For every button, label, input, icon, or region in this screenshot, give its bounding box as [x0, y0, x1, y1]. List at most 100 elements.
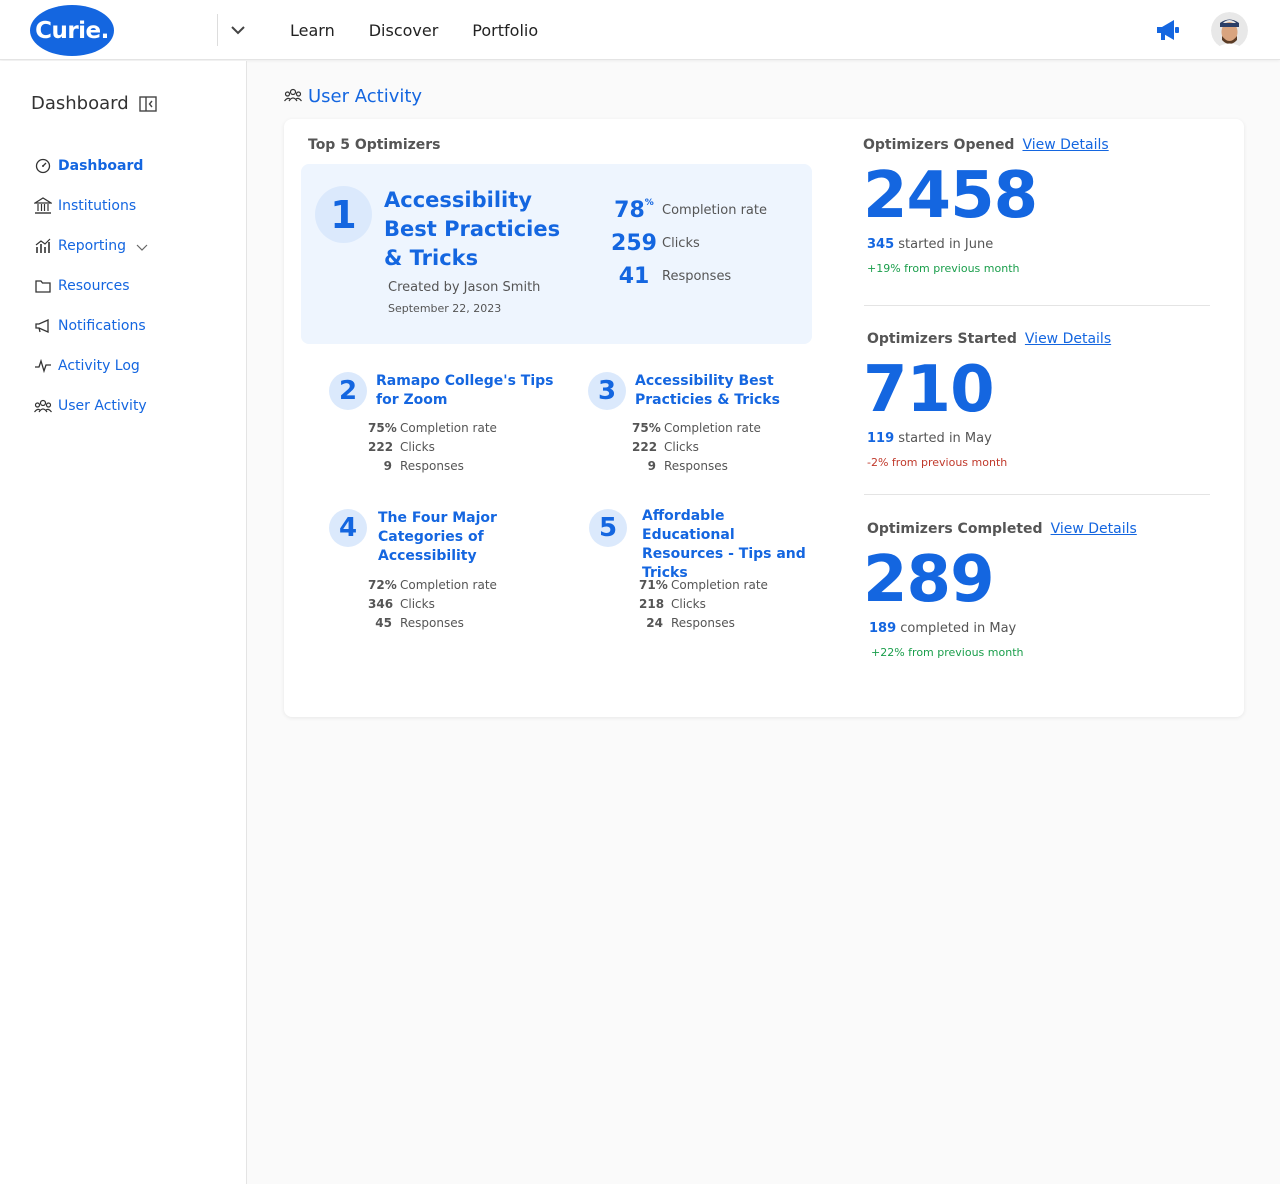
sidebar-item-label: Notifications [58, 318, 146, 334]
sidebar-item-dashboard[interactable]: Dashboard [34, 146, 148, 186]
optimizer-stats: 75% Completion rate 222 Clicks 9 Responses [632, 418, 761, 475]
metric-trend: +22% from previous month [871, 646, 1024, 659]
top-header: Curie. Learn Discover Portfolio [0, 0, 1280, 60]
megaphone-icon[interactable] [1154, 16, 1182, 44]
sidebar-item-label: Institutions [58, 198, 137, 214]
optimizer-stats: 78% Completion rate 259 Clicks 41 Respon… [606, 194, 767, 293]
view-details-link[interactable]: View Details [1022, 137, 1108, 153]
sidebar-item-label: Resources [58, 278, 130, 294]
chart-icon [34, 237, 52, 255]
top-optimizer-3[interactable]: 3 Accessibility Best Practicies & Tricks… [588, 372, 818, 502]
megaphone-icon [34, 317, 52, 335]
sidebar-item-user-activity[interactable]: User Activity [34, 386, 148, 426]
top-optimizer-4[interactable]: 4 The Four Major Categories of Accessibi… [329, 509, 559, 639]
stat-clicks: 259 Clicks [606, 227, 767, 260]
stat-clicks: 346 Clicks [368, 596, 435, 611]
stat-completion: 75% Completion rate [632, 420, 761, 435]
folder-icon [34, 277, 52, 295]
metric-title: Optimizers Opened [863, 137, 1015, 153]
stat-completion: 72% Completion rate [368, 577, 497, 592]
optimizer-title[interactable]: Ramapo College's Tips for Zoom [376, 372, 556, 410]
metric-title: Optimizers Started [867, 331, 1017, 347]
users-icon [284, 87, 302, 107]
stat-clicks: 218 Clicks [639, 596, 706, 611]
sidebar-collapse-icon[interactable] [138, 95, 157, 112]
metric-value: 710 [863, 353, 995, 427]
optimizer-title[interactable]: Accessibility Best Practicies & Tricks [384, 186, 584, 273]
users-icon [34, 397, 52, 415]
optimizer-title[interactable]: Accessibility Best Practicies & Tricks [635, 372, 815, 410]
optimizer-title[interactable]: The Four Major Categories of Accessibili… [378, 509, 558, 566]
nav-discover[interactable]: Discover [369, 21, 439, 40]
activity-icon [34, 357, 52, 375]
optimizer-stats: 72% Completion rate 346 Clicks 45 Responses [368, 575, 497, 632]
metric-sub: 119 started in May [867, 431, 992, 446]
top5-title: Top 5 Optimizers [308, 137, 441, 153]
sidebar-item-label: Dashboard [58, 158, 144, 174]
metric-title: Optimizers Completed [867, 521, 1043, 537]
stat-clicks: 222 Clicks [632, 439, 699, 454]
page-title: User Activity [284, 86, 422, 107]
sidebar-item-institutions[interactable]: Institutions [34, 186, 148, 226]
optimizer-stats: 75% Completion rate 222 Clicks 9 Responses [368, 418, 497, 475]
institution-icon [34, 197, 52, 215]
metric-header: Optimizers Started View Details [867, 331, 1217, 347]
rank-badge: 5 [589, 509, 627, 547]
header-divider [217, 14, 218, 46]
stat-responses: 24 Responses [646, 615, 735, 630]
stat-completion: 75% Completion rate [368, 420, 497, 435]
top-optimizer-1[interactable]: 1 Accessibility Best Practicies & Tricks… [301, 164, 812, 344]
page-title-label: User Activity [308, 86, 423, 107]
stat-value: 259 [611, 231, 657, 256]
nav-learn[interactable]: Learn [290, 21, 335, 40]
nav-portfolio[interactable]: Portfolio [472, 21, 538, 40]
stat-value: 78% [614, 198, 654, 223]
stat-completion: 78% Completion rate [606, 194, 767, 227]
dashboard-icon [34, 157, 52, 175]
sidebar-item-resources[interactable]: Resources [34, 266, 148, 306]
sidebar-item-label: User Activity [58, 398, 147, 414]
optimizer-stats: 71% Completion rate 218 Clicks 24 Responses [639, 575, 768, 632]
sidebar: Dashboard Dashboard Institutions Reporti… [0, 61, 247, 1184]
sidebar-title: Dashboard [31, 93, 157, 114]
stat-clicks: 222 Clicks [368, 439, 435, 454]
rank-badge: 3 [588, 372, 626, 410]
stat-responses: 9 Responses [383, 458, 464, 473]
stat-responses: 9 Responses [647, 458, 728, 473]
metric-value: 289 [863, 543, 995, 617]
view-details-link[interactable]: View Details [1051, 521, 1137, 537]
chevron-down-icon[interactable] [228, 20, 248, 40]
top-optimizer-5[interactable]: 5 Affordable Educational Resources - Tip… [589, 507, 819, 637]
metric-sub: 345 started in June [867, 237, 994, 252]
user-activity-card: Top 5 Optimizers 1 Accessibility Best Pr… [284, 119, 1244, 717]
stat-label: Responses [662, 269, 732, 284]
metric-completed: Optimizers Completed View Details 289 18… [863, 521, 1217, 659]
sidebar-item-label: Activity Log [58, 358, 140, 374]
sidebar-item-activity-log[interactable]: Activity Log [34, 346, 148, 386]
top-nav: Learn Discover Portfolio [290, 0, 538, 60]
divider [864, 305, 1210, 306]
top-optimizer-2[interactable]: 2 Ramapo College's Tips for Zoom 75% Comp… [329, 372, 559, 502]
sidebar-title-label: Dashboard [31, 93, 129, 114]
sidebar-item-label: Reporting [58, 238, 127, 254]
divider [864, 494, 1210, 495]
sidebar-item-notifications[interactable]: Notifications [34, 306, 148, 346]
optimizer-date: September 22, 2023 [388, 302, 502, 315]
curie-logo[interactable]: Curie. [30, 5, 114, 56]
chevron-down-icon[interactable] [136, 237, 148, 256]
rank-badge: 2 [329, 372, 367, 410]
metric-started: Optimizers Started View Details 710 119 … [863, 331, 1217, 469]
stat-completion: 71% Completion rate [639, 577, 768, 592]
metric-opened: Optimizers Opened View Details 2458 345 … [863, 137, 1213, 275]
metric-header: Optimizers Opened View Details [863, 137, 1213, 153]
avatar[interactable] [1211, 12, 1248, 49]
rank-badge: 4 [329, 509, 367, 547]
metric-trend: +19% from previous month [867, 262, 1020, 275]
stat-value: 41 [618, 264, 650, 289]
view-details-link[interactable]: View Details [1025, 331, 1111, 347]
sidebar-item-reporting[interactable]: Reporting [34, 226, 148, 266]
metric-sub: 189 completed in May [869, 621, 1017, 636]
optimizer-title[interactable]: Affordable Educational Resources - Tips … [642, 507, 817, 583]
stat-responses: 41 Responses [606, 260, 767, 293]
metric-header: Optimizers Completed View Details [867, 521, 1217, 537]
